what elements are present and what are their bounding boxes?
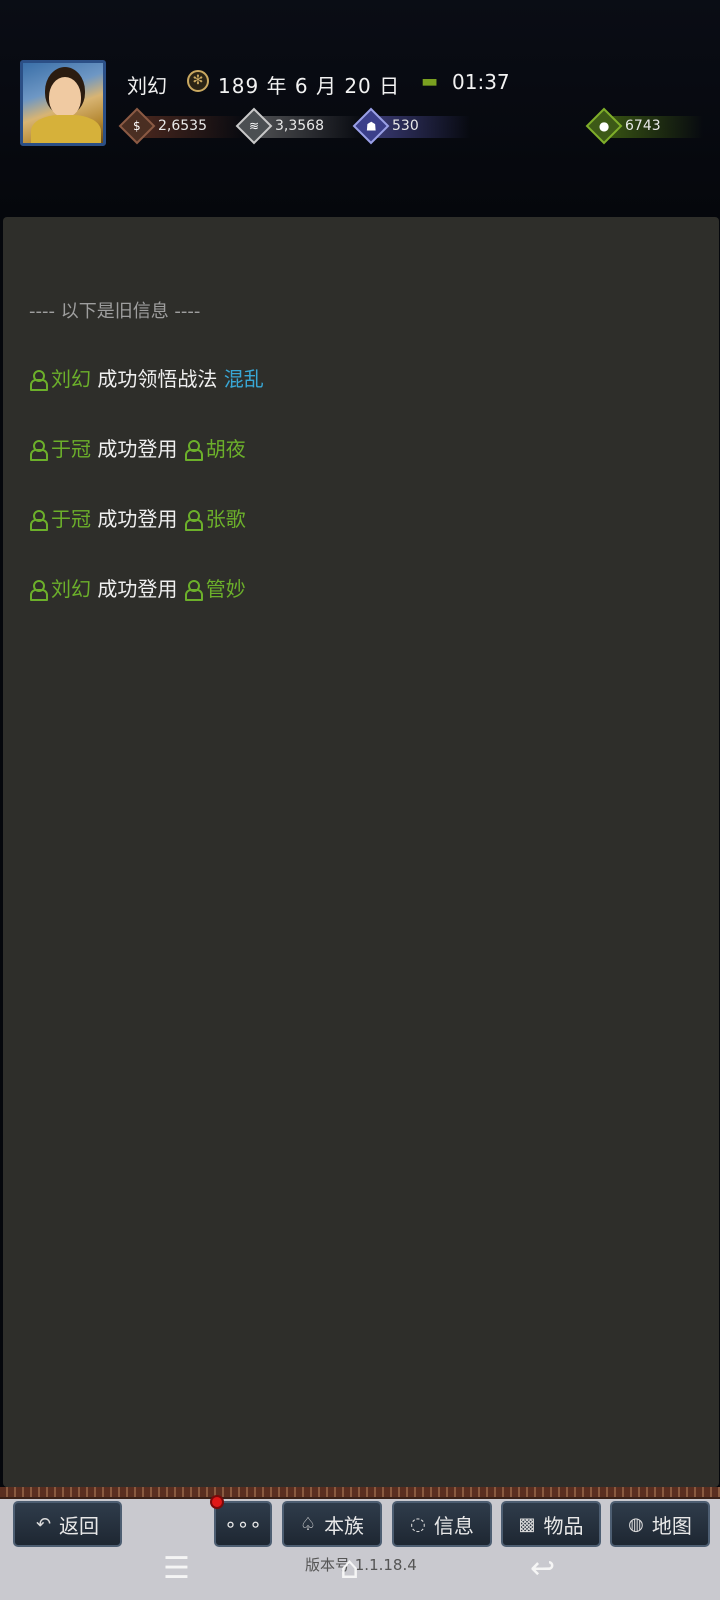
menu-icon[interactable]: ☰ [163, 1551, 190, 1586]
chat-icon: ◌ [410, 1513, 426, 1535]
message-action: 成功领悟战法 [97, 367, 218, 391]
system-back-icon[interactable]: ↩ [530, 1551, 555, 1586]
troops-stat: ☗ 530 [352, 107, 470, 145]
bottom-toolbar: ↶ 返回 ∘∘∘ ♤ 本族 ◌ 信息 ▩ 物品 ◍ 地图 版本号 1.1.18.… [0, 1487, 720, 1600]
message-target[interactable]: 管妙 [206, 577, 246, 601]
person-icon [184, 580, 203, 601]
clan-button[interactable]: ♤ 本族 [282, 1501, 382, 1547]
items-icon: ▩ [518, 1513, 536, 1535]
message-actor[interactable]: 刘幻 [51, 577, 91, 601]
grain-icon: ≋ [235, 107, 273, 145]
avatar-robe [31, 115, 101, 143]
back-button[interactable]: ↶ 返回 [13, 1501, 122, 1547]
clan-icon: ♤ [299, 1513, 317, 1535]
message-item: 刘幻 成功登用 管妙 [29, 573, 246, 602]
map-button[interactable]: ◍ 地图 [610, 1501, 710, 1547]
message-skill[interactable]: 混乱 [224, 367, 264, 391]
message-actor[interactable]: 于冠 [51, 507, 91, 531]
clan-label: 本族 [324, 1513, 365, 1538]
version-label: 版本号 1.1.18.4 [305, 1556, 417, 1574]
player-avatar[interactable] [20, 60, 106, 146]
message-actor[interactable]: 于冠 [51, 437, 91, 461]
person-icon [29, 580, 48, 601]
map-label: 地图 [651, 1513, 692, 1538]
message-item: 于冠 成功登用 胡夜 [29, 433, 246, 462]
food-value: 3,3568 [275, 118, 324, 134]
globe-icon: ◍ [628, 1513, 644, 1535]
game-time: 01:37 [452, 70, 510, 94]
gold-stat: ● 6743 [585, 107, 703, 145]
notification-dot [210, 1495, 224, 1509]
back-arrow-icon: ↶ [35, 1513, 52, 1535]
horse-icon: ▬ [421, 71, 439, 92]
message-target[interactable]: 张歌 [206, 507, 246, 531]
items-label: 物品 [543, 1513, 584, 1538]
money-icon: $ [118, 107, 156, 145]
money-value: 2,6535 [158, 118, 207, 134]
person-icon [184, 440, 203, 461]
gold-bag-icon: ● [585, 107, 623, 145]
message-action: 成功登用 [97, 577, 178, 601]
more-button[interactable]: ∘∘∘ [214, 1501, 272, 1547]
person-icon [29, 370, 48, 391]
decorative-strip [0, 1487, 720, 1499]
message-item: 于冠 成功登用 张歌 [29, 503, 246, 532]
game-date: 189 年 6 月 20 日 [218, 74, 401, 98]
info-button[interactable]: ◌ 信息 [392, 1501, 492, 1547]
troops-value: 530 [392, 118, 419, 134]
old-info-divider: ---- 以下是旧信息 ---- [29, 301, 201, 322]
home-icon[interactable]: ⌂ [340, 1551, 359, 1586]
message-actor[interactable]: 刘幻 [51, 367, 91, 391]
info-label: 信息 [433, 1513, 474, 1538]
calendar-icon: ✻ [187, 70, 209, 92]
message-action: 成功登用 [97, 437, 178, 461]
message-item: 刘幻 成功领悟战法 混乱 [29, 363, 264, 392]
items-button[interactable]: ▩ 物品 [501, 1501, 601, 1547]
player-name: 刘幻 [127, 74, 167, 98]
gold-value: 6743 [625, 118, 661, 134]
status-header: 刘幻 ✻ 189 年 6 月 20 日 ▬ 01:37 $ 2,6535 ≋ 3… [0, 0, 720, 215]
message-target[interactable]: 胡夜 [206, 437, 246, 461]
more-label: ∘∘∘ [224, 1512, 262, 1536]
money-stat: $ 2,6535 [118, 107, 246, 145]
food-stat: ≋ 3,3568 [235, 107, 363, 145]
soldier-icon: ☗ [352, 107, 390, 145]
back-label: 返回 [59, 1513, 100, 1538]
message-action: 成功登用 [97, 507, 178, 531]
message-panel[interactable]: ---- 以下是旧信息 ---- 刘幻 成功领悟战法 混乱 于冠 成功登用 胡夜… [3, 217, 719, 1487]
person-icon [184, 510, 203, 531]
person-icon [29, 510, 48, 531]
person-icon [29, 440, 48, 461]
avatar-face [49, 77, 81, 117]
